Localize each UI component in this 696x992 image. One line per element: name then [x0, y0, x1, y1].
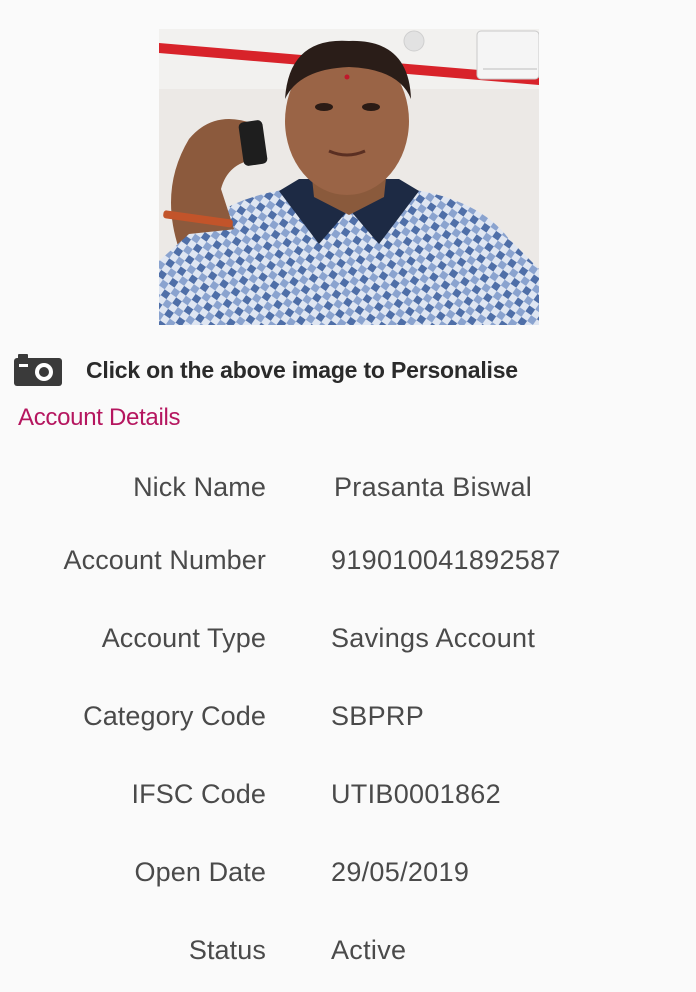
- detail-value: Savings Account: [331, 623, 536, 653]
- detail-label: Account Number: [63, 545, 266, 575]
- account-details-title: Account Details: [18, 404, 181, 431]
- detail-label: Nick Name: [133, 472, 266, 502]
- detail-value: Prasanta Biswal: [334, 472, 533, 502]
- detail-row-open-date: Open Date 29/05/2019: [0, 857, 696, 897]
- detail-row-nick-name: Nick Name Prasanta Biswal: [0, 472, 696, 512]
- detail-row-status: Status Active: [0, 935, 696, 975]
- detail-label: Category Code: [83, 701, 266, 731]
- detail-row-ifsc-code: IFSC Code UTIB0001862: [0, 779, 696, 819]
- personalise-hint: Click on the above image to Personalise: [86, 356, 518, 383]
- detail-value: Active: [331, 935, 407, 965]
- detail-value: 919010041892587: [331, 545, 561, 575]
- detail-row-account-number: Account Number 919010041892587: [0, 545, 696, 585]
- detail-value: SBPRP: [331, 701, 425, 731]
- detail-label: IFSC Code: [131, 779, 266, 809]
- detail-row-account-type: Account Type Savings Account: [0, 623, 696, 663]
- detail-value: UTIB0001862: [331, 779, 501, 809]
- camera-icon[interactable]: [14, 354, 62, 386]
- detail-label: Status: [188, 935, 266, 965]
- detail-label: Account Type: [101, 623, 266, 653]
- detail-row-category-code: Category Code SBPRP: [0, 701, 696, 741]
- detail-label: Open Date: [134, 857, 266, 887]
- personalise-hint-row: Click on the above image to Personalise: [14, 352, 518, 388]
- profile-photo[interactable]: [159, 29, 539, 325]
- detail-value: 29/05/2019: [331, 857, 470, 887]
